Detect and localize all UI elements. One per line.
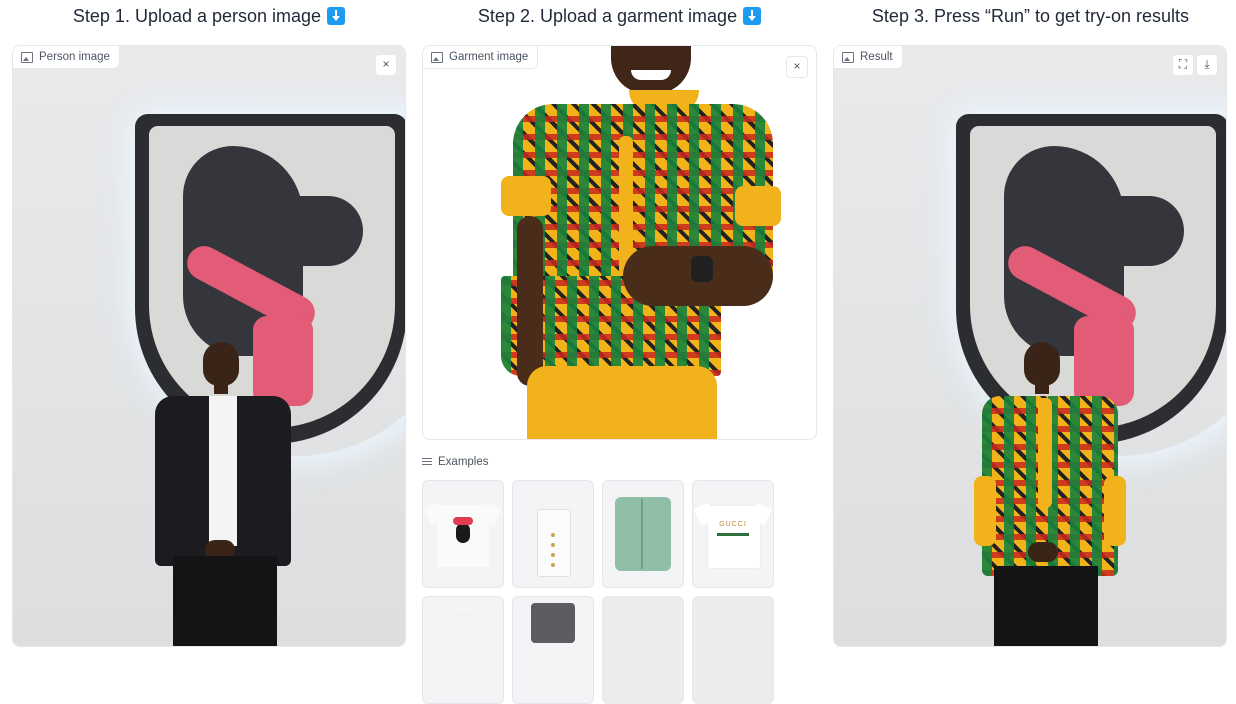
person-image-upload[interactable]: Person image × (12, 45, 406, 647)
result-column: Step 3. Press “Run” to get try-on result… (833, 0, 1228, 647)
step-3-title: Step 3. Press “Run” to get try-on result… (833, 0, 1228, 32)
result-label: Result (834, 46, 903, 69)
example-denim-jacket[interactable] (602, 480, 684, 588)
down-arrow-icon (743, 7, 762, 25)
example-gray-top[interactable] (512, 596, 594, 704)
image-icon (842, 51, 854, 63)
garment-photo (423, 46, 816, 439)
step-1-title: Step 1. Upload a person image (12, 0, 406, 32)
image-icon (431, 51, 443, 63)
example-white-item[interactable] (422, 596, 504, 704)
example-placeholder[interactable] (692, 596, 774, 704)
result-photo (834, 46, 1226, 646)
garment-image-label: Garment image (423, 46, 539, 69)
example-placeholder[interactable] (602, 596, 684, 704)
step-3-text: Step 3. Press “Run” to get try-on result… (871, 6, 1190, 26)
examples-label-text: Examples (438, 456, 489, 468)
result-label-text: Result (860, 51, 893, 63)
fullscreen-icon[interactable]: ⛶ (1172, 54, 1194, 76)
person-image-label-text: Person image (39, 51, 110, 63)
person-column: Step 1. Upload a person image Person ima… (12, 0, 406, 647)
close-icon[interactable]: × (375, 54, 397, 76)
garment-column: Step 2. Upload a garment image Garment i… (422, 0, 817, 704)
image-icon (21, 51, 33, 63)
gucci-logo: GUCCI (719, 521, 747, 528)
examples-header: Examples (422, 456, 489, 468)
garment-image-label-text: Garment image (449, 51, 529, 63)
example-gucci-tshirt[interactable]: GUCCI (692, 480, 774, 588)
example-minnie-tshirt[interactable] (422, 480, 504, 588)
garment-image-upload[interactable]: Garment image × (422, 45, 817, 440)
person-image-label: Person image (13, 46, 120, 69)
close-icon[interactable]: × (786, 56, 808, 78)
download-icon[interactable]: ⤓ (1196, 54, 1218, 76)
example-tank-top[interactable] (512, 480, 594, 588)
person-photo (13, 46, 405, 646)
step-2-title: Step 2. Upload a garment image (422, 0, 817, 32)
step-2-text: Step 2. Upload a garment image (477, 6, 738, 26)
down-arrow-icon (327, 7, 346, 25)
step-1-text: Step 1. Upload a person image (72, 6, 322, 26)
list-icon (422, 458, 432, 466)
result-image: Result ⛶ ⤓ (833, 45, 1227, 647)
